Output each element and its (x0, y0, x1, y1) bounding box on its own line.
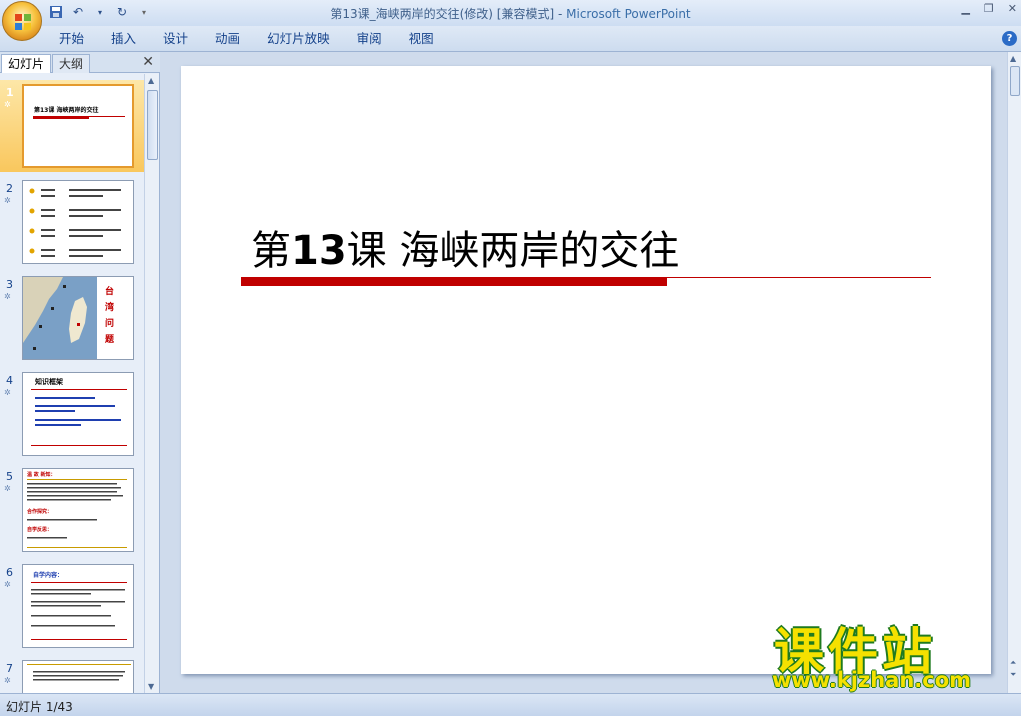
thumbnail-list: 1 ✲ 第13课 海峡两岸的交往 2 ✲ 3 ✲ 台 湾 问 题 4 ✲ 知识框… (0, 74, 144, 693)
thumb-label: 题 (105, 335, 115, 345)
thumb-title: 知识框架 (35, 378, 63, 386)
slide-title[interactable]: 第13课 海峡两岸的交往 (251, 218, 679, 276)
taiwan-map-icon (23, 277, 97, 359)
transition-icon: ✲ (4, 676, 11, 685)
transition-icon: ✲ (4, 580, 11, 589)
thumb-underline (31, 389, 127, 390)
thumbnail-slide-3[interactable]: 3 ✲ 台 湾 问 题 (0, 272, 144, 364)
tab-animations[interactable]: 动画 (204, 31, 256, 49)
tab-slides[interactable]: 幻灯片 (1, 54, 52, 73)
tab-home[interactable]: 开始 (48, 31, 100, 49)
scrollbar-thumb[interactable] (147, 90, 158, 160)
thumbnail-slide-4[interactable]: 4 ✲ 知识框架 (0, 368, 144, 460)
thumb-label: 台 (105, 287, 115, 297)
thumb-content (29, 188, 121, 257)
transition-icon: ✲ (4, 292, 11, 301)
close-icon[interactable]: ✕ (1008, 2, 1017, 15)
thumbnail-slide-1[interactable]: 1 ✲ 第13课 海峡两岸的交往 (0, 80, 144, 172)
transition-icon: ✲ (4, 388, 11, 397)
thumb-content (27, 664, 131, 681)
scroll-down-icon[interactable]: ▼ (148, 682, 154, 691)
window-title: 第13课_海峡两岸的交往(修改) [兼容模式] - Microsoft Powe… (330, 7, 691, 21)
pane-tabs: 幻灯片 大纲 ✕ (0, 52, 160, 73)
tab-review[interactable]: 审阅 (346, 31, 398, 49)
tab-insert[interactable]: 插入 (100, 31, 152, 49)
thumb-underline-thick (33, 117, 89, 119)
thumb-bullets (31, 589, 127, 640)
thumb-label: 问 (105, 319, 115, 329)
application-name: Microsoft PowerPoint (566, 7, 691, 21)
tab-view[interactable]: 视图 (398, 31, 450, 49)
title-bar: ↶ ▾ ↻ ▾ 第13课_海峡两岸的交往(修改) [兼容模式] - Micros… (0, 0, 1021, 41)
scrollbar-thumb[interactable] (1010, 66, 1020, 96)
transition-icon: ✲ (4, 196, 11, 205)
ribbon-tabs: 开始 插入 设计 动画 幻灯片放映 审阅 视图 ? (0, 26, 1021, 52)
slide-number: 5 (6, 470, 13, 483)
title-number: 13 (291, 228, 347, 274)
editor-scrollbar[interactable]: ▲ ⏶ ⏷ (1007, 52, 1021, 693)
close-pane-icon[interactable]: ✕ (142, 54, 154, 70)
slide-indicator: 幻灯片 1/43 (6, 700, 73, 714)
title-suffix: 课 海峡两岸的交往 (346, 228, 680, 274)
window-controls: ▁ ❐ ✕ (961, 2, 1017, 15)
minimize-icon[interactable]: ▁ (961, 2, 969, 15)
slide-number: 4 (6, 374, 13, 387)
tab-design[interactable]: 设计 (152, 31, 204, 49)
thumb-subtitle: 自学反思： (27, 527, 53, 533)
thumb-title: 第13课 海峡两岸的交往 (34, 107, 99, 114)
thumbnail-slide-5[interactable]: 5 ✲ 温 故 新知： 合作探究： 自学反思： (0, 464, 144, 556)
slide-thumbnail (22, 660, 134, 693)
slide-thumbnail: 自学内容： (22, 564, 134, 648)
scroll-up-icon[interactable]: ▲ (1010, 54, 1016, 63)
thumb-bullets (31, 397, 127, 446)
title-prefix: 第 (251, 228, 291, 274)
office-button[interactable] (2, 1, 42, 41)
tab-slideshow[interactable]: 幻灯片放映 (256, 31, 346, 49)
transition-icon: ✲ (4, 100, 11, 109)
slides-pane: 幻灯片 大纲 ✕ 1 ✲ 第13课 海峡两岸的交往 2 ✲ 3 ✲ 台 湾 问 … (0, 52, 160, 693)
thumbnail-scrollbar[interactable]: ▲ ▼ (144, 74, 159, 693)
thumbnail-slide-2[interactable]: 2 ✲ (0, 176, 144, 268)
slide-thumbnail: 温 故 新知： 合作探究： 自学反思： (22, 468, 134, 552)
transition-icon: ✲ (4, 484, 11, 493)
tab-outline[interactable]: 大纲 (52, 54, 91, 73)
slide-number: 3 (6, 278, 13, 291)
scroll-up-icon[interactable]: ▲ (148, 76, 154, 85)
next-slide-icon[interactable]: ⏷ (1010, 670, 1016, 680)
thumb-label: 湾 (105, 303, 115, 313)
current-slide[interactable]: 第13课 海峡两岸的交往 (181, 66, 991, 674)
help-icon[interactable]: ? (1002, 31, 1017, 46)
slide-thumbnail: 知识框架 (22, 372, 134, 456)
slide-number: 6 (6, 566, 13, 579)
previous-slide-icon[interactable]: ⏶ (1010, 658, 1016, 668)
maximize-icon[interactable]: ❐ (984, 2, 994, 15)
document-name: 第13课_海峡两岸的交往(修改) [兼容模式] (330, 7, 555, 21)
slide-thumbnail (22, 180, 134, 264)
thumbnail-slide-6[interactable]: 6 ✲ 自学内容： (0, 560, 144, 652)
slide-number: 2 (6, 182, 13, 195)
office-logo-icon (15, 14, 31, 30)
title-underline-thick (241, 278, 667, 286)
status-bar: 幻灯片 1/43 (0, 693, 1021, 716)
slide-thumbnail: 第13课 海峡两岸的交往 (22, 84, 134, 168)
slide-editor: 第13课 海峡两岸的交往 (161, 52, 1007, 693)
slide-number: 7 (6, 662, 13, 675)
slide-number: 1 (6, 86, 14, 99)
slide-thumbnail: 台 湾 问 题 (22, 276, 134, 360)
thumbnail-slide-7[interactable]: 7 ✲ (0, 656, 144, 693)
thumb-subtitle: 合作探究： (27, 509, 53, 515)
